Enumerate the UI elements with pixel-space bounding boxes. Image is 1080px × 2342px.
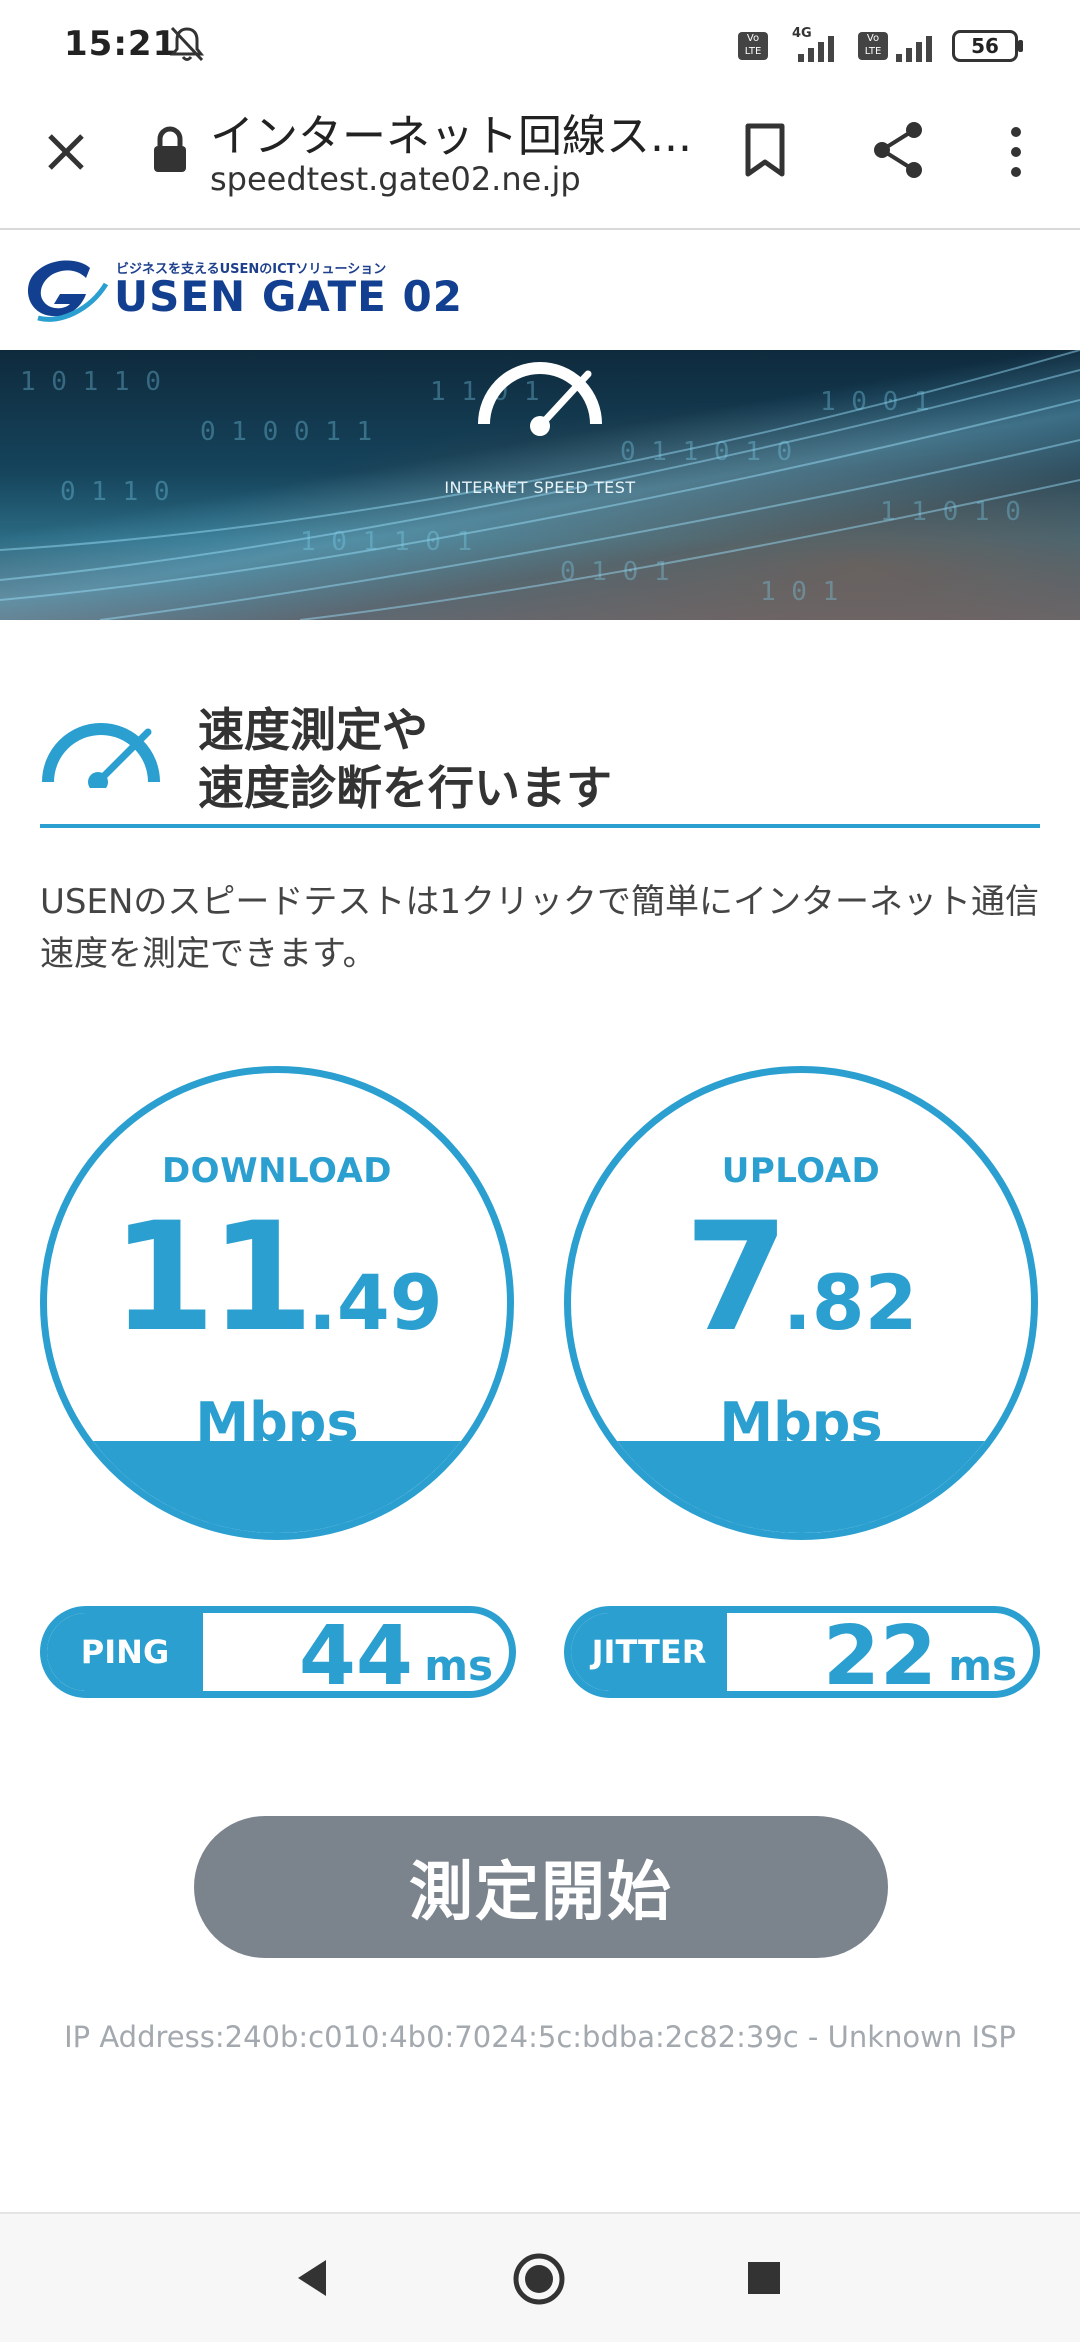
volte-badge: Vo LTE [738,32,768,60]
share-icon[interactable] [870,120,926,180]
back-icon[interactable] [292,2256,332,2300]
svg-text:0 1 1 0 1 0: 0 1 1 0 1 0 [620,437,792,467]
svg-text:0 1 0 0 1 1: 0 1 0 0 1 1 [200,417,372,447]
download-gauge: DOWNLOAD 11.49 Mbps [40,1066,514,1540]
recents-icon[interactable] [744,2258,784,2298]
ping-label: PING [47,1613,203,1691]
status-bar: 15:21 Vo LTE 4G Vo LTE 56 [0,0,1080,90]
heading-divider [40,824,1040,828]
speedometer-heading-icon [42,723,160,788]
page-title[interactable]: インターネット回線ス... [210,100,692,164]
upload-value: 7.82 [571,1191,1031,1365]
bookmark-icon[interactable] [742,120,788,180]
upload-value-int: 7 [684,1191,788,1365]
ping-value: 44 [298,1609,413,1698]
upload-value-dec: .82 [782,1258,918,1347]
jitter-value: 22 [822,1609,937,1698]
battery-tip [1018,40,1023,52]
speedometer-icon [478,362,602,436]
upload-unit: Mbps [719,1391,883,1454]
ping-panel: PING 44 ms [40,1606,516,1698]
lock-icon[interactable] [150,126,190,174]
svg-text:1 0 1: 1 0 1 [760,577,838,607]
upload-label: UPLOAD [721,1151,881,1191]
brand-name[interactable]: USEN GATE 02 [114,272,463,321]
jitter-unit: ms [948,1641,1017,1690]
signal-icon-2 [896,36,932,62]
battery-icon: 56 [952,30,1018,62]
jitter-panel: JITTER 22 ms [564,1606,1040,1698]
more-vert-icon[interactable] [1004,124,1028,180]
signal-icon [798,36,834,62]
close-icon[interactable] [42,128,90,176]
status-time: 15:21 [64,24,178,64]
svg-text:1 0 0 1: 1 0 0 1 [820,387,930,417]
svg-text:1 1 0 1 0: 1 1 0 1 0 [880,497,1021,527]
download-value-int: 11 [111,1191,314,1365]
svg-text:1 0 1 1 0: 1 0 1 1 0 [20,367,161,397]
usen-logo-icon[interactable] [20,254,110,326]
download-label: DOWNLOAD [161,1151,393,1191]
jitter-label: JITTER [571,1613,727,1691]
download-unit: Mbps [195,1391,359,1454]
start-test-button[interactable]: 測定開始 [194,1816,888,1958]
download-gauge-fill [47,1441,507,1533]
bell-off-icon [169,26,205,62]
navigation-bar [0,2212,1080,2342]
section-heading-line-2: 速度診断を行います [198,761,612,815]
upload-gauge: UPLOAD 7.82 Mbps [564,1066,1038,1540]
page-url[interactable]: speedtest.gate02.ne.jp [210,160,581,198]
hero-caption: INTERNET SPEED TEST [444,478,636,497]
description-text: USENのスピードテストは1クリックで簡単にインターネット通信速度を測定できます… [40,882,1040,974]
upload-gauge-fill [571,1441,1031,1533]
section-heading-line-1: 速度測定や [198,703,428,757]
ping-unit: ms [424,1641,493,1690]
download-value: 11.49 [47,1191,507,1365]
ip-address-info: IP Address:240b:c010:4b0:7024:5c:bdba:2c… [64,2020,1016,2054]
svg-text:0 1 0 1: 0 1 0 1 [560,557,670,587]
download-value-dec: .49 [308,1258,443,1347]
home-icon[interactable] [512,2252,566,2306]
svg-text:1 0 1 1 0 1: 1 0 1 1 0 1 [300,527,472,557]
volte-badge-2: Vo LTE [858,32,888,60]
